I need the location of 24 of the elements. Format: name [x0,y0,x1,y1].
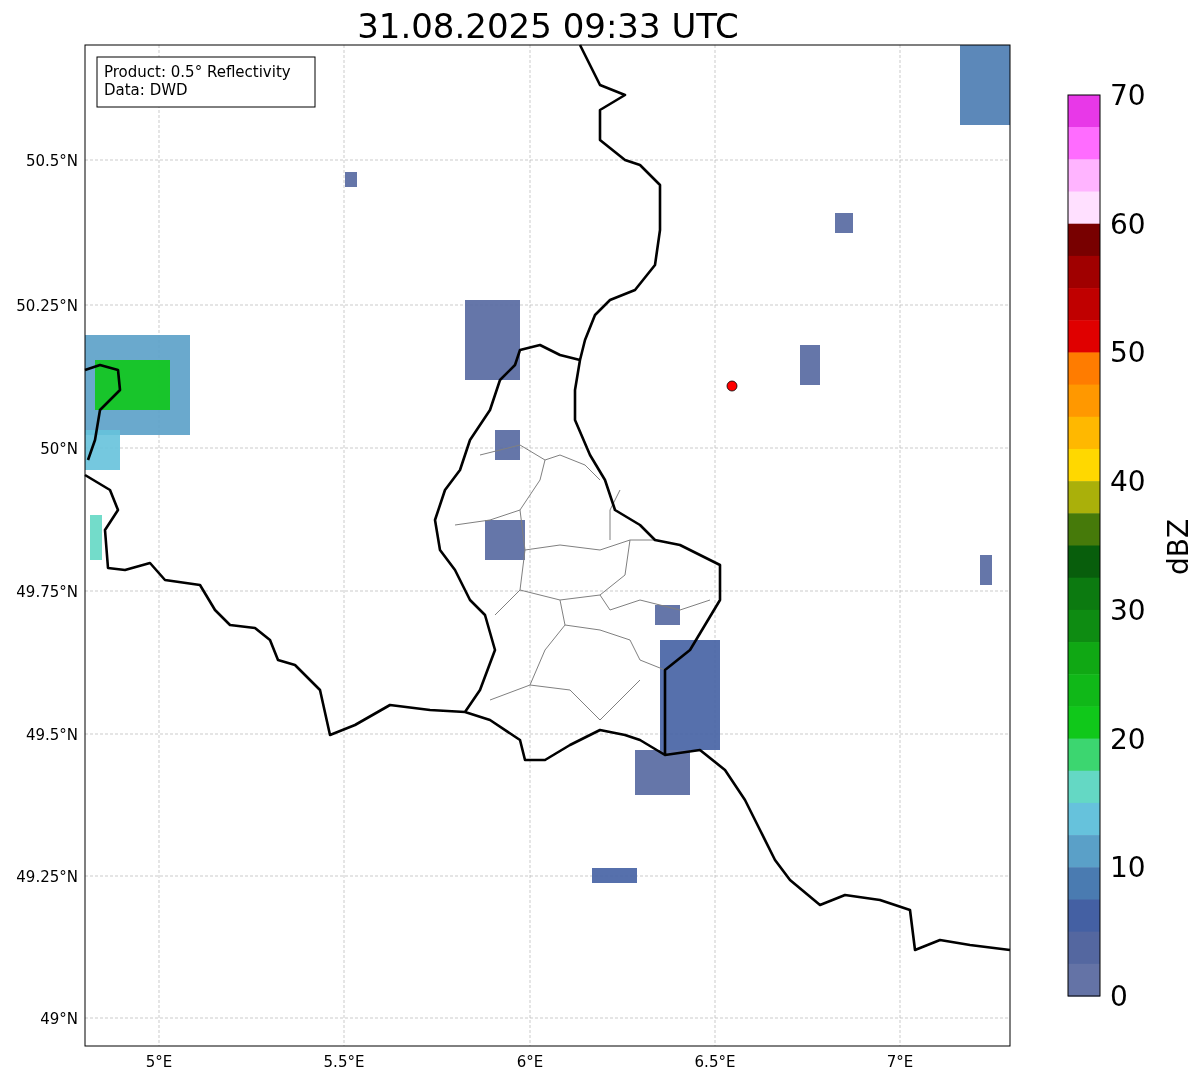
colorbar-tick-label: 40 [1110,465,1146,499]
longitude-label: 5°E [145,1053,173,1071]
colorbar-tick-label: 70 [1110,79,1146,112]
colorbar-label: dBZ [1162,518,1195,576]
latitude-label: 49°N [40,1010,78,1028]
chart-title: 31.08.2025 09:33 UTC [357,6,739,46]
colorbar-tick-label: 60 [1110,207,1146,241]
latitude-label: 50°N [40,440,78,458]
longitude-label: 7°E [886,1053,914,1071]
latitude-label: 49.25°N [16,868,78,886]
longitude-label: 6°E [516,1053,544,1071]
latitude-label: 50.25°N [16,297,78,315]
latitude-label: 49.75°N [16,583,78,601]
colorbar-tick-label: 20 [1110,722,1146,756]
colorbar-tick-label: 10 [1110,851,1146,885]
info-text: Data: DWD [104,81,188,99]
colorbar-tick-label: 30 [1110,593,1146,627]
latitude-label: 49.5°N [25,726,78,744]
colorbar-tick-label: 50 [1110,336,1146,370]
info-text: Product: 0.5° Reflectivity [104,63,291,81]
latitude-label: 50.5°N [25,152,78,170]
longitude-label: 5.5°E [323,1053,365,1071]
longitude-label: 6.5°E [694,1053,736,1071]
colorbar-tick-label: 0 [1110,980,1128,1013]
